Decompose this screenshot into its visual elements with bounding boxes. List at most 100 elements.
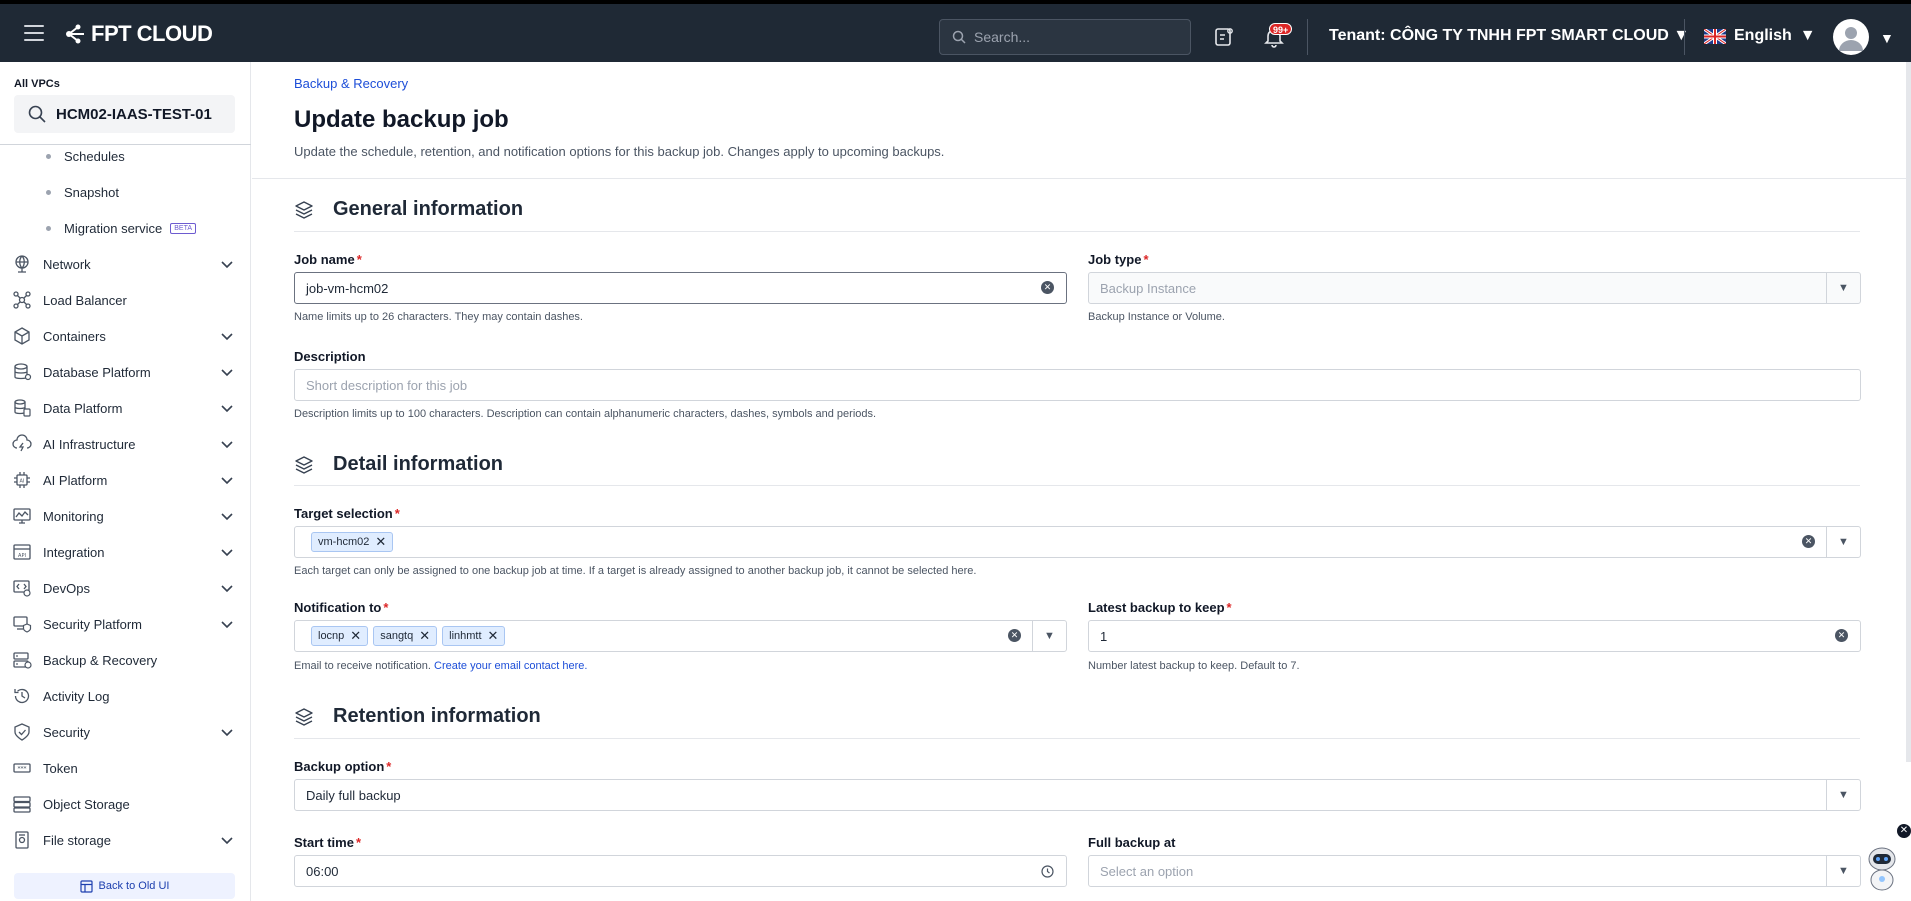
uk-flag-icon	[1704, 28, 1726, 44]
sidebar-item-security-platform[interactable]: Security Platform	[12, 612, 240, 636]
bullet-icon	[46, 226, 51, 231]
clear-icon[interactable]: ✕	[1041, 281, 1054, 294]
language-selector[interactable]: English ▼	[1704, 27, 1816, 45]
clear-icon[interactable]: ✕	[1802, 535, 1815, 548]
backup-option-value: Daily full backup	[306, 787, 401, 803]
page-subtitle: Update the schedule, retention, and noti…	[294, 144, 945, 159]
sidebar-item-data-platform[interactable]: Data Platform	[12, 396, 240, 420]
sidebar-item-ai-platform[interactable]: AI AI Platform	[12, 468, 240, 492]
remove-chip-icon[interactable]: ✕	[419, 628, 430, 644]
sidebar-item-security[interactable]: Security	[12, 720, 240, 744]
notification-select[interactable]: locnp ✕ sangtq ✕ linhmtt ✕ ✕ ▼	[294, 620, 1067, 652]
latest-backup-input[interactable]: 1 ✕	[1088, 620, 1861, 652]
user-avatar[interactable]	[1833, 19, 1869, 55]
dropdown-arrow-icon[interactable]: ▼	[1826, 527, 1860, 557]
latest-backup-hint: Number latest backup to keep. Default to…	[1088, 660, 1300, 672]
dropdown-arrow-icon[interactable]: ▼	[1032, 621, 1066, 651]
sidebar-item-token[interactable]: *** Token	[12, 756, 240, 780]
sidebar-item-label: Security Platform	[43, 616, 142, 632]
remove-chip-icon[interactable]: ✕	[375, 534, 386, 550]
divider	[294, 738, 1860, 739]
sidebar-item-label: Data Platform	[43, 400, 123, 416]
remove-chip-icon[interactable]: ✕	[488, 628, 499, 644]
sidebar-item-label: Activity Log	[43, 688, 110, 704]
scrollbar[interactable]	[1906, 62, 1911, 762]
create-email-contact-link[interactable]: Create your email contact here.	[434, 660, 587, 672]
sidebar-item-network[interactable]: Network	[12, 252, 240, 276]
sidebar-item-monitoring[interactable]: Monitoring	[12, 504, 240, 528]
clock-icon[interactable]	[1041, 865, 1054, 878]
sidebar-item-integration[interactable]: API Integration	[12, 540, 240, 564]
database-icon	[14, 363, 32, 381]
job-name-input[interactable]: job-vm-hcm02 ✕	[294, 272, 1067, 304]
chevron-down-icon	[221, 837, 233, 845]
section-detail-information: Detail information	[294, 453, 503, 476]
search-icon	[28, 105, 46, 123]
menu-icon[interactable]	[24, 25, 44, 41]
tenant-selector[interactable]: Tenant: CÔNG TY TNHH FPT SMART CLOUD ▼	[1329, 27, 1689, 45]
job-type-hint: Backup Instance or Volume.	[1088, 311, 1225, 323]
target-selection-hint: Each target can only be assigned to one …	[294, 565, 977, 577]
svg-text:API: API	[18, 553, 26, 559]
start-time-input[interactable]: 06:00	[294, 855, 1067, 887]
sidebar-item-devops[interactable]: DevOps	[12, 576, 240, 600]
search-icon	[952, 30, 966, 44]
notification-badge: 99+	[1269, 23, 1293, 35]
breadcrumb[interactable]: Backup & Recovery	[294, 76, 408, 91]
close-icon[interactable]: ✕	[1897, 824, 1911, 838]
back-to-old-ui-button[interactable]: Back to Old UI	[14, 873, 235, 899]
recipient-chip[interactable]: locnp ✕	[311, 626, 369, 646]
chevron-down-icon: ▼	[1799, 27, 1816, 44]
divider	[294, 485, 1860, 486]
svg-text:AI: AI	[20, 478, 25, 484]
clear-icon[interactable]: ✕	[1835, 629, 1848, 642]
full-backup-at-label: Full backup at	[1088, 835, 1176, 850]
target-selection-select[interactable]: vm-hcm02 ✕ ✕ ▼	[294, 526, 1861, 558]
backup-option-select[interactable]: Daily full backup ▼	[294, 779, 1861, 811]
sidebar-subitem-snapshot[interactable]: Snapshot	[46, 185, 119, 200]
ai-infrastructure-icon	[12, 434, 32, 452]
chatbot-robot-icon[interactable]	[1860, 843, 1904, 893]
sidebar-item-file-storage[interactable]: File storage	[12, 828, 240, 852]
chevron-down-icon	[221, 549, 233, 557]
sidebar-item-label: Containers	[43, 328, 106, 344]
page-title: Update backup job	[294, 106, 509, 133]
chevron-down-icon: ▼	[1673, 27, 1690, 44]
shield-icon	[14, 723, 30, 741]
sidebar-item-load-balancer[interactable]: Load Balancer	[12, 288, 240, 312]
brand-logo[interactable]: FPT CLOUD	[63, 21, 213, 47]
divider	[294, 231, 1860, 232]
job-type-value: Backup Instance	[1100, 280, 1197, 296]
vpc-name: HCM02-IAAS-TEST-01	[56, 105, 212, 123]
recipient-chip[interactable]: linhmtt ✕	[442, 626, 506, 646]
remove-chip-icon[interactable]: ✕	[350, 628, 361, 644]
sidebar-item-object-storage[interactable]: Object Storage	[12, 792, 240, 816]
vpc-selector[interactable]: HCM02-IAAS-TEST-01	[14, 95, 235, 133]
clear-icon[interactable]: ✕	[1008, 629, 1021, 642]
chevron-down-icon	[221, 333, 233, 341]
top-bar: FPT CLOUD Search... 99+ Tenant: CÔNG TY …	[0, 4, 1911, 62]
sidebar-item-database-platform[interactable]: Database Platform	[12, 360, 240, 384]
recipient-chip[interactable]: sangtq ✕	[373, 626, 438, 646]
notes-icon[interactable]	[1212, 25, 1236, 49]
sidebar-item-ai-infrastructure[interactable]: AI Infrastructure	[12, 432, 240, 456]
chevron-down-icon[interactable]: ▼	[1880, 30, 1894, 46]
layers-icon	[295, 200, 313, 219]
description-input[interactable]: Short description for this job	[294, 369, 1861, 401]
full-backup-at-select[interactable]: Select an option ▼	[1088, 855, 1861, 887]
chevron-down-icon	[221, 261, 233, 269]
sidebar-item-backup-recovery[interactable]: Backup & Recovery	[12, 648, 240, 672]
target-chip[interactable]: vm-hcm02 ✕	[311, 532, 394, 552]
svg-text:***: ***	[18, 766, 27, 773]
security-platform-icon	[13, 616, 32, 633]
backup-icon	[13, 652, 32, 669]
sidebar-subitem-migration-service[interactable]: Migration service BETA	[46, 221, 197, 236]
job-name-label: Job name *	[294, 252, 362, 267]
sidebar-item-activity-log[interactable]: Activity Log	[12, 684, 240, 708]
sidebar-item-containers[interactable]: Containers	[12, 324, 240, 348]
job-type-select[interactable]: Backup Instance ▼	[1088, 272, 1861, 304]
sidebar-subitem-schedules[interactable]: Schedules	[46, 149, 125, 164]
search-input[interactable]: Search...	[939, 19, 1191, 55]
sidebar-item-label: Monitoring	[43, 508, 104, 524]
dropdown-arrow-icon: ▼	[1826, 273, 1860, 303]
